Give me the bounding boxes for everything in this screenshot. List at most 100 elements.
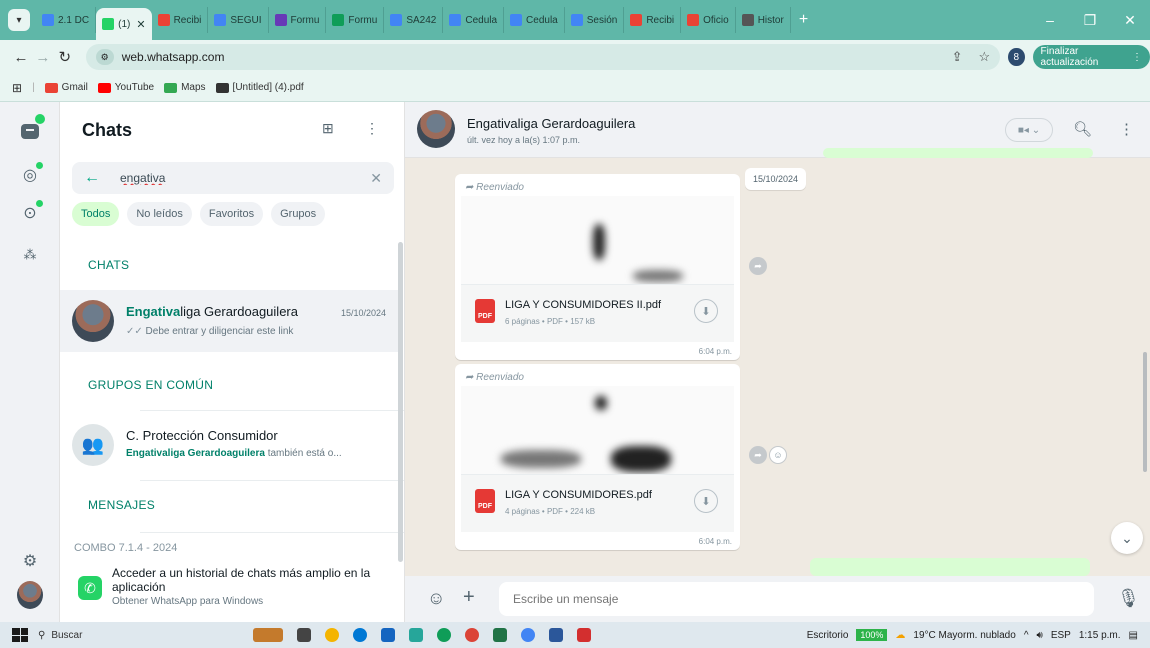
- download-icon[interactable]: ⬇: [694, 299, 718, 323]
- scroll-down-chevron-icon[interactable]: ⌄: [1111, 522, 1143, 554]
- clock[interactable]: 1:15 p.m.: [1079, 630, 1121, 641]
- taskbar-widget-icon[interactable]: [253, 628, 283, 642]
- browser-tab[interactable]: SEGUI: [208, 7, 269, 33]
- store-icon[interactable]: [409, 628, 423, 642]
- menu-dots-icon[interactable]: ⋮: [365, 120, 379, 137]
- contact-avatar[interactable]: [417, 110, 455, 148]
- pdf-preview-thumbnail[interactable]: [461, 386, 734, 474]
- bookmark-star-icon[interactable]: ☆: [978, 49, 990, 65]
- download-app-banner[interactable]: ✆ Acceder a un historial de chats más am…: [70, 558, 395, 622]
- browser-tab[interactable]: Cedula: [443, 7, 505, 33]
- tab-search-menu-icon[interactable]: ▾: [8, 9, 30, 31]
- apps-grid-icon[interactable]: ⊞: [12, 81, 22, 95]
- message-input[interactable]: [499, 582, 1094, 616]
- photos-icon[interactable]: [549, 628, 563, 642]
- reload-icon[interactable]: ↻: [54, 48, 76, 66]
- browser-tab[interactable]: Recibi: [152, 7, 209, 33]
- word-icon[interactable]: [381, 628, 395, 642]
- forward-action-icon[interactable]: ➦: [749, 257, 767, 275]
- browser-tab[interactable]: Formu: [269, 7, 327, 33]
- attach-plus-icon[interactable]: +: [463, 586, 475, 609]
- site-info-icon[interactable]: ⚙: [95, 49, 114, 65]
- close-tab-icon[interactable]: ✕: [136, 18, 145, 31]
- bookmark-item[interactable]: Maps: [164, 82, 206, 93]
- edge-dev-icon[interactable]: [437, 628, 451, 642]
- chats-nav-icon[interactable]: [17, 114, 45, 144]
- emoji-icon[interactable]: ☺: [427, 588, 445, 609]
- video-call-icon[interactable]: ■◂ ⌄: [1005, 118, 1053, 142]
- microphone-icon[interactable]: 🎙︎: [1117, 588, 1140, 609]
- filter-chip[interactable]: No leídos: [127, 202, 192, 226]
- chat-list-item[interactable]: Engativaliga Gerardoaguilera 15/10/2024 …: [60, 290, 398, 352]
- browser-tab[interactable]: Histor: [736, 7, 791, 33]
- browser-tab[interactable]: Cedula: [504, 7, 565, 33]
- search-input[interactable]: [120, 171, 360, 185]
- conversation-scrollbar[interactable]: [1143, 352, 1147, 472]
- search-back-arrow-icon[interactable]: ←: [84, 169, 100, 187]
- browser-tab[interactable]: Sesión: [565, 7, 625, 33]
- taskbar-search[interactable]: ⚲ Buscar: [38, 630, 168, 641]
- profile-avatar[interactable]: 8: [1008, 48, 1025, 66]
- back-icon[interactable]: ←: [10, 49, 32, 66]
- download-icon[interactable]: ⬇: [694, 489, 718, 513]
- filter-chip[interactable]: Favoritos: [199, 202, 264, 226]
- promo-link[interactable]: Obtener WhatsApp para Windows: [112, 596, 382, 607]
- chrome-profile-icon[interactable]: [521, 628, 535, 642]
- browser-tab[interactable]: Recibi: [624, 7, 682, 33]
- windows-start-icon[interactable]: [12, 628, 28, 642]
- chrome-icon[interactable]: [465, 628, 479, 642]
- maximize-button[interactable]: ❐: [1070, 12, 1110, 29]
- filter-chip[interactable]: Grupos: [271, 202, 326, 226]
- clear-search-icon[interactable]: ✕: [370, 170, 382, 187]
- edge-icon[interactable]: [353, 628, 367, 642]
- task-view-icon[interactable]: [297, 628, 311, 642]
- pdf-preview-thumbnail[interactable]: [461, 196, 734, 284]
- communities-nav-icon[interactable]: ⁂: [17, 242, 43, 268]
- chat-list-scrollbar[interactable]: [398, 242, 403, 562]
- close-window-button[interactable]: ✕: [1110, 12, 1150, 29]
- status-nav-icon[interactable]: ◎: [17, 162, 43, 188]
- browser-tab[interactable]: (1) ✕: [96, 8, 152, 40]
- profile-photo[interactable]: [17, 581, 43, 609]
- react-emoji-icon[interactable]: ☺: [769, 446, 787, 464]
- browser-tab[interactable]: Formu: [326, 7, 385, 33]
- minimize-button[interactable]: –: [1030, 12, 1070, 29]
- bookmark-item[interactable]: Gmail: [44, 82, 88, 93]
- message-bubble[interactable]: ➦ Reenviado PDF LIGA Y CONSUMIDORES II.p…: [455, 174, 740, 360]
- group-list-item[interactable]: 👥 C. Protección Consumidor Engativaliga …: [60, 414, 398, 476]
- desktop-toolbar-label[interactable]: Escritorio: [807, 630, 849, 641]
- document-attachment[interactable]: PDF LIGA Y CONSUMIDORES.pdf 4 páginas • …: [461, 474, 734, 532]
- tab-label: Recibi: [646, 14, 675, 26]
- install-app-icon[interactable]: ⇪: [952, 49, 963, 65]
- channels-nav-icon[interactable]: ⊙: [17, 200, 43, 226]
- bookmark-item[interactable]: [Untitled] (4).pdf: [215, 82, 304, 93]
- search-icon[interactable]: 🔍︎: [1073, 120, 1092, 138]
- document-attachment[interactable]: PDF LIGA Y CONSUMIDORES II.pdf 6 páginas…: [461, 284, 734, 342]
- filter-chip[interactable]: Todos: [72, 202, 120, 226]
- message-result-peek[interactable]: COMBO 7.1.4 - 2024: [74, 542, 177, 554]
- browser-tab[interactable]: Oficio: [681, 7, 736, 33]
- chrome-canary-icon[interactable]: [325, 628, 339, 642]
- excel-icon[interactable]: [493, 628, 507, 642]
- battery-indicator[interactable]: 100%: [856, 629, 888, 641]
- volume-icon[interactable]: 🔊︎: [1037, 630, 1043, 641]
- message-bubble[interactable]: ➦ Reenviado PDF LIGA Y CONSUMIDORES.pdf …: [455, 364, 740, 550]
- forward-icon[interactable]: →: [32, 49, 54, 66]
- forward-action-icon[interactable]: ➦: [749, 446, 767, 464]
- update-button[interactable]: Finalizar actualización ⋮: [1032, 45, 1150, 69]
- bookmark-item[interactable]: YouTube: [97, 82, 154, 93]
- browser-tab[interactable]: 2.1 DC: [36, 7, 97, 33]
- acrobat-icon[interactable]: [577, 628, 591, 642]
- tray-chevron-icon[interactable]: ^: [1024, 630, 1029, 641]
- language-indicator[interactable]: ESP: [1051, 630, 1071, 641]
- new-chat-icon[interactable]: ⊞: [322, 120, 334, 137]
- new-tab-button[interactable]: +: [791, 11, 816, 29]
- weather-text[interactable]: 19°C Mayorm. nublado: [913, 630, 1015, 641]
- url-field[interactable]: ⚙ web.whatsapp.com ⇪ ☆: [85, 44, 1001, 70]
- settings-gear-icon[interactable]: ⚙: [17, 548, 43, 574]
- outgoing-message-partial[interactable]: [810, 558, 1090, 576]
- notifications-icon[interactable]: ▤: [1129, 630, 1138, 641]
- browser-tab[interactable]: SA242: [384, 7, 444, 33]
- outgoing-message-partial[interactable]: [823, 148, 1093, 158]
- menu-dots-icon[interactable]: ⋮: [1119, 120, 1134, 138]
